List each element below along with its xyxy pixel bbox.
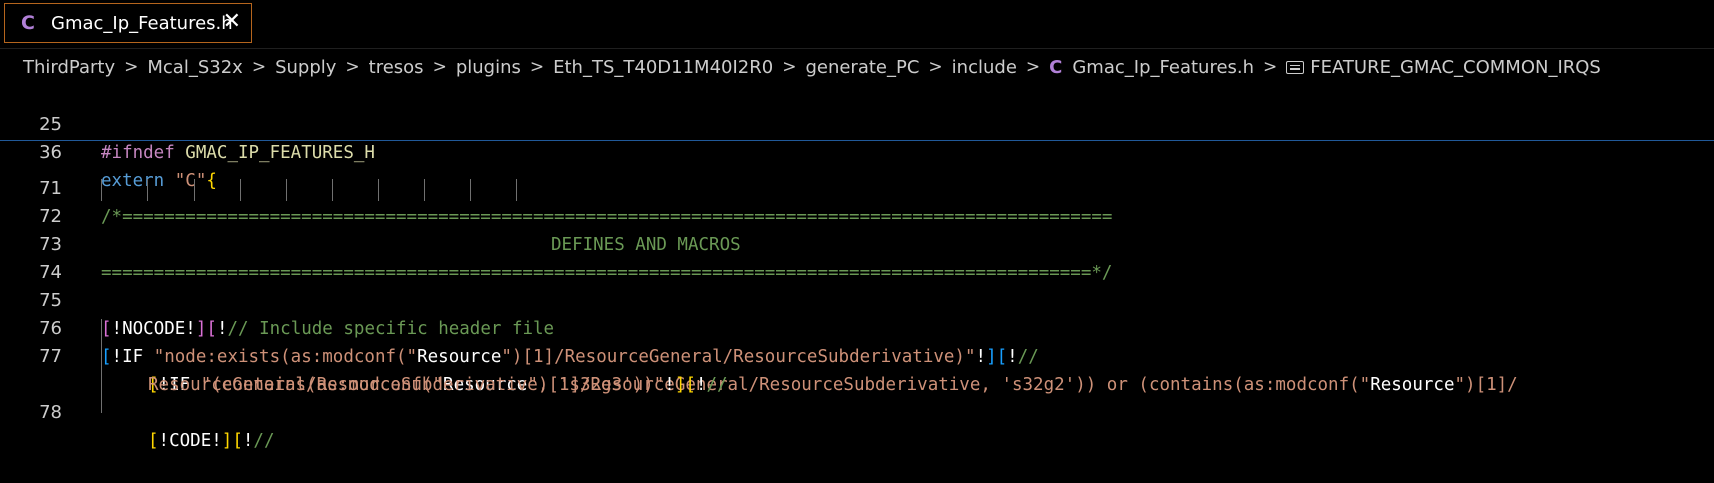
code-editor[interactable]: 25 #ifndef GMAC_IP_FEATURES_H 36 extern … bbox=[0, 82, 1714, 451]
close-icon[interactable]: ✕ bbox=[223, 9, 241, 34]
chevron-right-icon: > bbox=[782, 57, 797, 77]
tab-bar: C Gmac_Ip_Features.h ✕ bbox=[0, 0, 1714, 48]
c-file-icon: C bbox=[1049, 56, 1063, 78]
breadcrumb-item[interactable]: include bbox=[952, 57, 1017, 78]
chevron-right-icon: > bbox=[1025, 57, 1041, 77]
indent-guide bbox=[101, 179, 102, 201]
code-line[interactable]: 73 =====================================… bbox=[0, 203, 1714, 283]
code-token: [ bbox=[232, 431, 243, 451]
chevron-right-icon: > bbox=[124, 57, 139, 77]
chevron-right-icon: > bbox=[1263, 57, 1278, 77]
indent-guide bbox=[194, 179, 195, 201]
chevron-right-icon: > bbox=[432, 57, 447, 77]
code-line[interactable]: 76 [!IF "node:exists(as:modconf("Resourc… bbox=[0, 287, 1714, 367]
chevron-right-icon: > bbox=[529, 57, 545, 77]
breadcrumb-item[interactable]: Eth_TS_T40D11M40I2R0 bbox=[553, 57, 773, 78]
line-number: 78 bbox=[39, 402, 62, 423]
chevron-right-icon: > bbox=[928, 57, 943, 77]
tab-gmac-ip-features[interactable]: C Gmac_Ip_Features.h ✕ bbox=[4, 3, 252, 43]
code-line-wrapped[interactable]: ResourceGeneral/ResourceSubderivative, '… bbox=[0, 343, 1714, 395]
breadcrumb-symbol[interactable]: FEATURE_GMAC_COMMON_IRQS bbox=[1310, 57, 1601, 78]
code-line[interactable]: 78 [!CODE!][!// bbox=[0, 371, 1714, 451]
indent-guide bbox=[470, 179, 471, 201]
symbol-constant-icon bbox=[1286, 60, 1305, 74]
tab-label: Gmac_Ip_Features.h bbox=[51, 12, 233, 34]
breadcrumb-item[interactable]: Supply bbox=[275, 57, 336, 78]
code-token: !CODE! bbox=[158, 431, 222, 451]
chevron-right-icon: > bbox=[251, 57, 267, 77]
indent-guide bbox=[286, 179, 287, 201]
code-token: // bbox=[253, 431, 275, 451]
indent-guide bbox=[424, 179, 425, 201]
code-line[interactable]: 71 /*===================================… bbox=[0, 147, 1714, 227]
breadcrumb-item[interactable]: generate_PC bbox=[805, 57, 919, 78]
indent-guide bbox=[516, 179, 517, 201]
breadcrumb-item[interactable]: ThirdParty bbox=[23, 57, 115, 78]
breadcrumb: ThirdParty > Mcal_S32x > Supply > tresos > p… bbox=[23, 54, 1601, 80]
divider bbox=[0, 48, 1714, 49]
indent-guide bbox=[147, 179, 148, 201]
sticky-scroll-border bbox=[0, 140, 1714, 141]
breadcrumb-item[interactable]: plugins bbox=[456, 57, 521, 78]
chevron-right-icon: > bbox=[345, 57, 360, 77]
breadcrumb-item[interactable]: Mcal_S32x bbox=[147, 57, 242, 78]
indent-guide bbox=[240, 179, 241, 201]
code-line[interactable]: 77 [!IF "(contains(as:modconf("Resource"… bbox=[0, 315, 1714, 395]
code-token: [ bbox=[148, 431, 159, 451]
code-token: ! bbox=[242, 431, 254, 451]
breadcrumb-file[interactable]: Gmac_Ip_Features.h bbox=[1072, 57, 1254, 78]
code-line[interactable]: 74 bbox=[0, 231, 1714, 283]
sticky-line[interactable]: 25 #ifndef GMAC_IP_FEATURES_H bbox=[0, 83, 1714, 163]
indent-guide bbox=[101, 319, 102, 413]
indent-guide bbox=[332, 179, 333, 201]
indent-guide bbox=[378, 179, 379, 201]
breadcrumb-item[interactable]: tresos bbox=[369, 57, 424, 78]
sticky-line[interactable]: 36 extern "C"{ bbox=[0, 111, 1714, 191]
code-line[interactable]: 72 DEFINES AND MACROS bbox=[0, 175, 1714, 255]
code-token: ] bbox=[221, 431, 233, 451]
code-line[interactable]: 75 [!NOCODE!][!// Include specific heade… bbox=[0, 259, 1714, 339]
c-file-icon: C bbox=[21, 12, 35, 34]
